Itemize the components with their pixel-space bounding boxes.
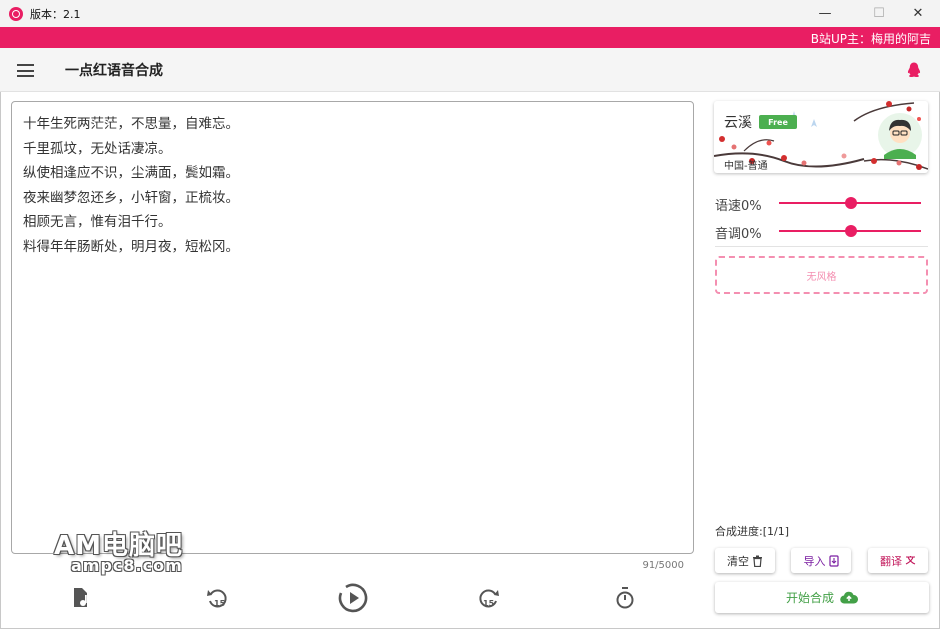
speed-slider-thumb[interactable] (845, 197, 857, 209)
voice-region: 中国-普通 (724, 161, 768, 172)
style-selector-button[interactable]: 无风格 (715, 256, 928, 294)
forward-15-button[interactable]: 15 (474, 583, 504, 613)
rewind-15-button[interactable]: 15 (202, 583, 232, 613)
start-synthesis-button[interactable]: 开始合成 (715, 582, 929, 613)
forward-15-label: 15 (483, 599, 495, 608)
editor-line: 料得年年肠断处，明月夜，短松冈。 (23, 238, 239, 255)
app-bar: 一点红语音合成 (0, 48, 940, 92)
minimize-button[interactable]: — (802, 0, 848, 27)
character-count: 91/5000 (642, 560, 684, 571)
import-button-label: 导入 (803, 554, 826, 568)
file-music-button[interactable] (65, 583, 95, 613)
editor-line: 相顾无言，惟有泪千行。 (23, 214, 172, 231)
translate-button[interactable]: 翻译 (868, 548, 928, 573)
app-logo-icon (9, 6, 23, 21)
clear-button-label: 清空 (727, 554, 749, 568)
file-music-icon (74, 588, 87, 607)
voice-card[interactable]: 云溪 Free 中国-普通 (714, 101, 928, 173)
app-title: 一点红语音合成 (65, 63, 163, 79)
uploader-text: B站UP主：梅用的阿吉 (810, 32, 931, 46)
editor-line: 十年生死两茫茫，不思量，自难忘。 (23, 116, 239, 132)
timer-button[interactable] (610, 583, 640, 613)
start-synthesis-label: 开始合成 (785, 591, 834, 605)
qq-penguin-icon[interactable] (905, 61, 923, 79)
text-editor[interactable]: 十年生死两茫茫，不思量，自难忘。 千里孤坟，无处话凄凉。 纵使相逢应不识，尘满面… (11, 101, 694, 554)
window-title: 版本：2.1 (30, 7, 81, 21)
rewind-15-label: 15 (214, 599, 226, 608)
editor-line: 千里孤坟，无处话凄凉。 (23, 140, 172, 157)
timer-icon (616, 587, 634, 609)
import-button[interactable]: 导入 (791, 548, 851, 573)
speed-slider-row: 语速0% (715, 193, 928, 214)
trash-icon (753, 555, 762, 567)
hamburger-menu-icon[interactable] (17, 64, 34, 77)
editor-line: 纵使相逢应不识，尘满面，鬓如霜。 (23, 165, 239, 182)
pitch-slider-thumb[interactable] (845, 225, 857, 237)
forward-15-icon: 15 (479, 589, 499, 608)
voice-name: 云溪 (724, 115, 752, 131)
divider (715, 246, 928, 247)
translate-button-label: 翻译 (880, 554, 902, 568)
rewind-15-icon: 15 (207, 589, 227, 608)
play-button[interactable] (337, 582, 369, 614)
title-bar: 版本：2.1 — ☐ ✕ (0, 0, 940, 27)
watermark-url: ampc8.com (71, 556, 183, 575)
cloud-upload-icon (840, 591, 858, 604)
editor-line: 夜来幽梦忽还乡，小轩窗，正梳妆。 (23, 189, 239, 206)
play-circle-icon (338, 583, 368, 613)
close-button[interactable]: ✕ (895, 0, 940, 27)
speed-label: 语速0% (715, 199, 762, 214)
clear-button[interactable]: 清空 (715, 548, 775, 573)
synthesis-progress: 合成进度:[1/1] (715, 525, 789, 538)
import-file-icon (828, 554, 839, 567)
uploader-banner: B站UP主：梅用的阿吉 (0, 27, 940, 48)
free-badge: Free (759, 115, 797, 129)
pitch-label: 音调0% (715, 227, 762, 242)
pitch-slider-row: 音调0% (715, 221, 928, 242)
translate-icon (905, 556, 916, 565)
